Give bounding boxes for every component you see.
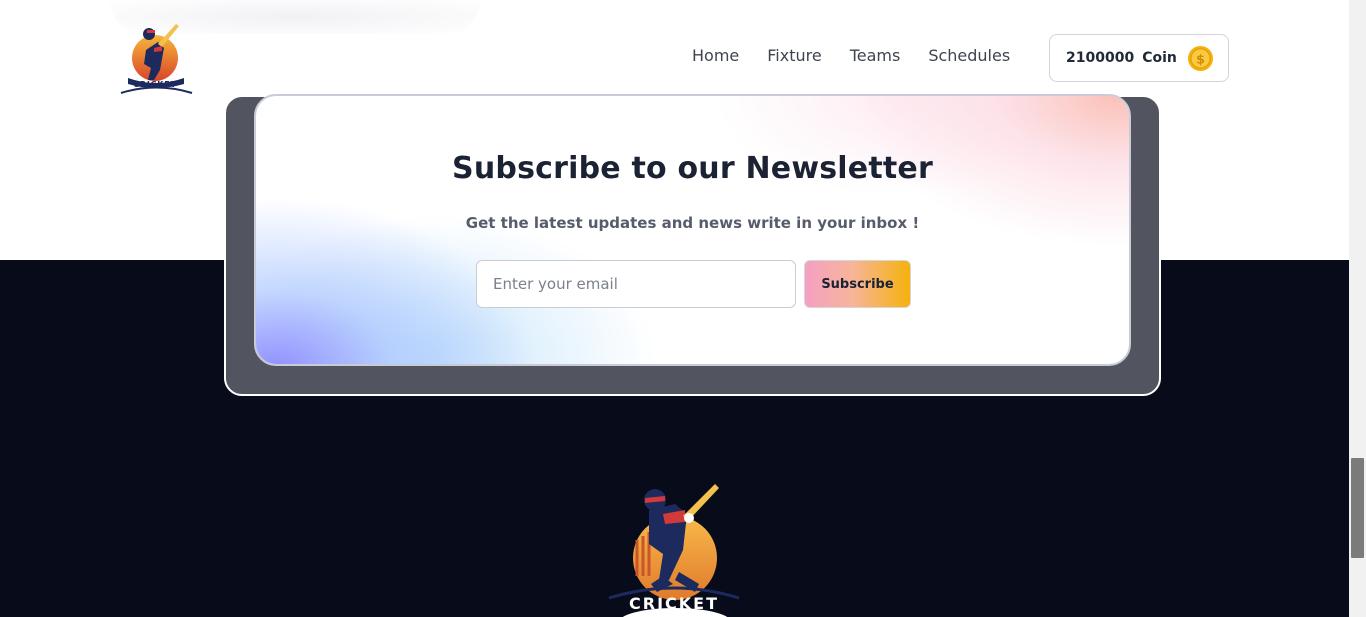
footer-logo[interactable]: CRICKET (603, 480, 745, 617)
newsletter-card: Subscribe to our Newsletter Get the late… (254, 94, 1131, 366)
coin-amount: 2100000 (1066, 50, 1135, 66)
main-nav: Home Fixture Teams Schedules (692, 46, 1010, 65)
nav-home[interactable]: Home (692, 46, 739, 65)
nav-teams[interactable]: Teams (850, 46, 901, 65)
newsletter-title: Subscribe to our Newsletter (452, 151, 933, 186)
footer-logo-text: CRICKET (629, 594, 719, 613)
site-logo[interactable]: CRICKET (118, 18, 196, 96)
logo-text: CRICKET (133, 80, 177, 89)
subscribe-button[interactable]: Subscribe (804, 260, 911, 308)
newsletter-subtitle: Get the latest updates and news write in… (465, 214, 920, 232)
scrollbar-thumb[interactable] (1351, 458, 1364, 558)
coin-balance[interactable]: 2100000 Coin $ (1049, 34, 1229, 82)
dollar-coin-icon: $ (1187, 45, 1213, 71)
svg-text:$: $ (1196, 51, 1205, 66)
email-input[interactable] (476, 260, 796, 308)
coin-label: Coin (1142, 50, 1177, 66)
nav-schedules[interactable]: Schedules (928, 46, 1010, 65)
nav-fixture[interactable]: Fixture (767, 46, 821, 65)
